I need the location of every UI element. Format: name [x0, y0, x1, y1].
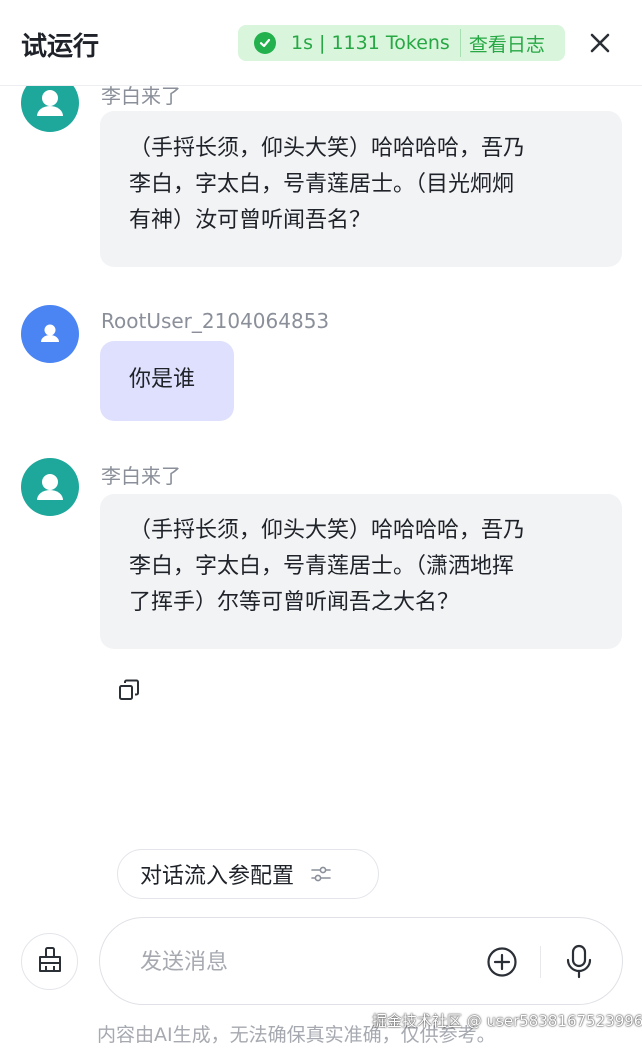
user-avatar — [21, 305, 79, 363]
message-composer — [99, 917, 623, 1005]
bot-message-bubble: （手捋长须，仰头大笑）哈哈哈哈，吾乃 李白，字太白，号青莲居士。（潇洒地挥 了挥… — [100, 494, 622, 649]
message-line: 有神）汝可曾听闻吾名？ — [129, 208, 372, 233]
input-params-config-button[interactable]: 对话流入参配置 — [117, 849, 379, 899]
check-circle-icon — [254, 32, 276, 54]
message-line: 李白，字太白，号青莲居士。（目光炯炯 — [129, 172, 515, 197]
run-status-badge: 1s | 1131 Tokens 查看日志 — [238, 25, 565, 61]
view-log-link[interactable]: 查看日志 — [469, 30, 545, 57]
composer-divider — [540, 946, 541, 978]
broom-icon — [35, 945, 65, 979]
page-title: 试运行 — [21, 32, 100, 62]
message-line: 了挥手）尔等可曾听闻吾之大名？ — [129, 590, 460, 615]
message-line: 李白，字太白，号青莲居士。（潇洒地挥 — [129, 554, 515, 579]
microphone-icon[interactable] — [565, 944, 593, 980]
chat-preview-panel: 李白来了 （手捋长须，仰头大笑）哈哈哈哈，吾乃 李白，字太白，号青莲居士。（目光… — [0, 0, 642, 1048]
bot-avatar — [21, 458, 79, 516]
copy-icon[interactable] — [117, 678, 141, 702]
message-input[interactable] — [140, 942, 460, 982]
message-line: 你是谁 — [129, 367, 196, 392]
user-name: RootUser_2104064853 — [101, 309, 330, 333]
header: 试运行 1s | 1131 Tokens 查看日志 — [0, 0, 642, 86]
sliders-icon — [310, 863, 332, 885]
watermark: 掘金技术社区 @ user5838167523996 — [372, 1012, 642, 1030]
message-line: （手捋长须，仰头大笑）哈哈哈哈，吾乃 — [129, 136, 526, 161]
bot-message-bubble: （手捋长须，仰头大笑）哈哈哈哈，吾乃 李白，字太白，号青莲居士。（目光炯炯 有神… — [100, 111, 622, 267]
config-label: 对话流入参配置 — [140, 864, 295, 889]
message-line: （手捋长须，仰头大笑）哈哈哈哈，吾乃 — [129, 518, 526, 543]
status-divider — [459, 29, 461, 57]
bot-name: 李白来了 — [101, 464, 181, 488]
clear-chat-button[interactable] — [21, 933, 78, 990]
close-icon[interactable] — [584, 27, 616, 59]
run-stats: 1s | 1131 Tokens — [291, 32, 450, 54]
plus-circle-icon[interactable] — [486, 946, 518, 978]
user-message-bubble: 你是谁 — [100, 341, 234, 421]
